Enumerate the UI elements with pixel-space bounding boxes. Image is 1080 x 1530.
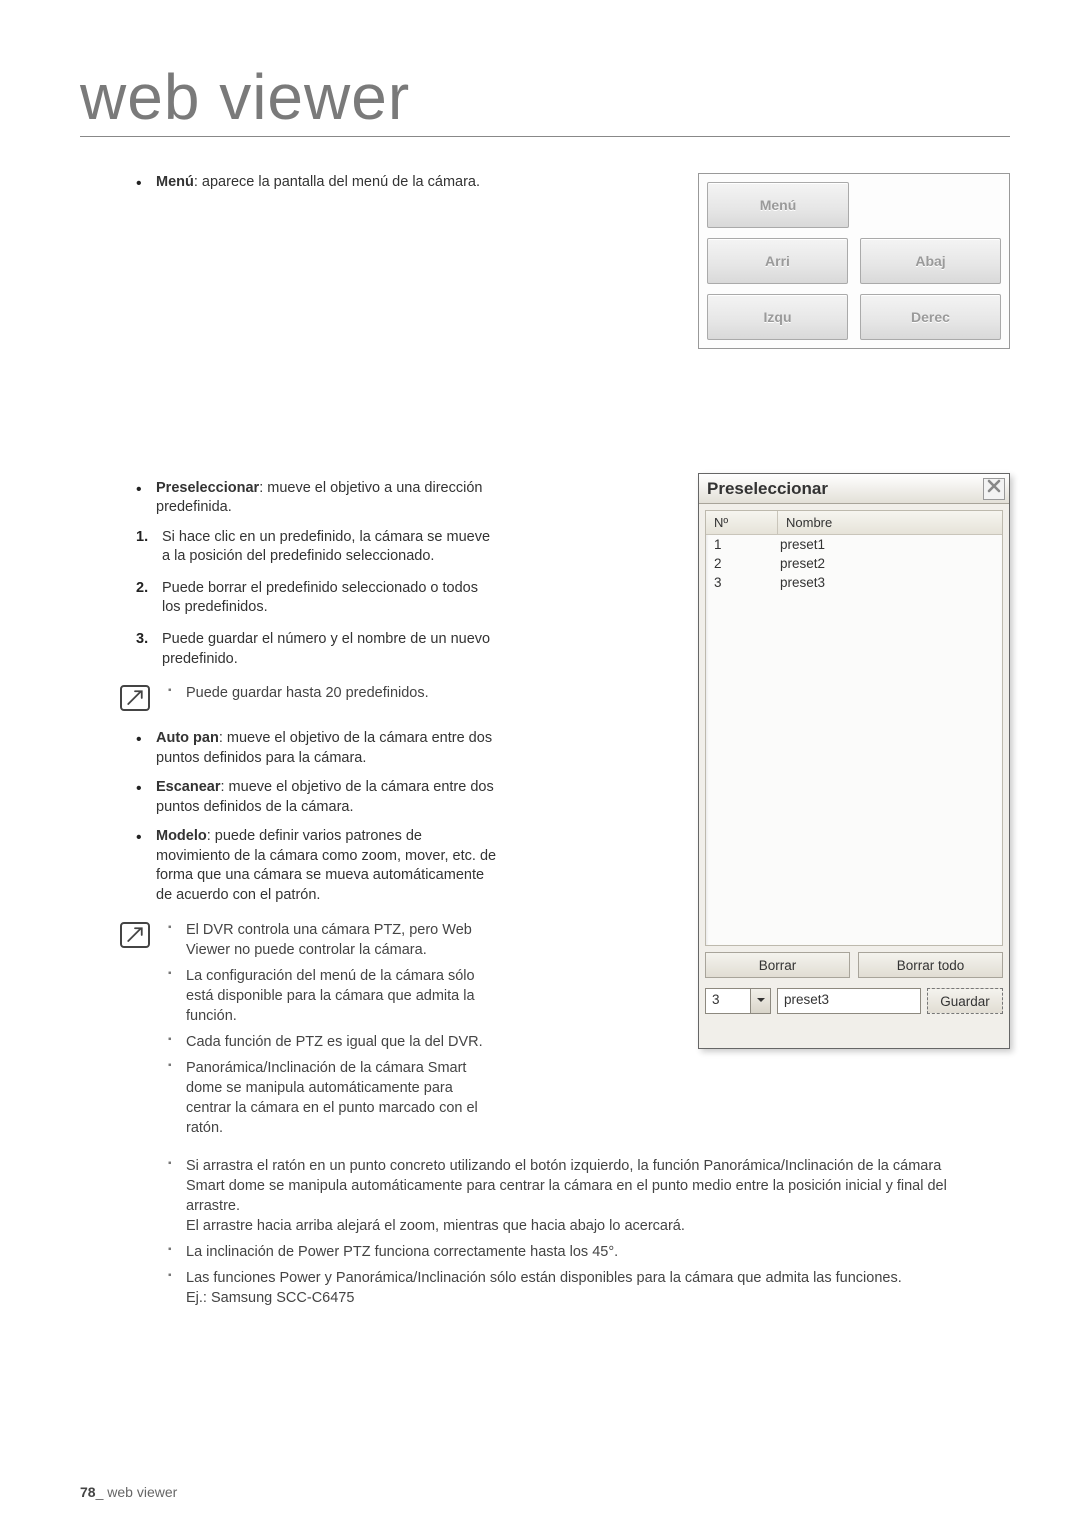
- delete-button[interactable]: Borrar: [705, 952, 850, 978]
- row-no: 1: [706, 537, 778, 556]
- bullet-escanear-label: Escanear: [156, 779, 221, 795]
- note-icon: [120, 685, 150, 711]
- menu-button[interactable]: Menú: [707, 182, 849, 228]
- bullet-preselect-label: Preseleccionar: [156, 480, 259, 496]
- close-button[interactable]: [983, 478, 1005, 500]
- close-icon: [986, 478, 1002, 499]
- row-no: 3: [706, 575, 778, 594]
- bullet-menu-label: Menú: [156, 174, 194, 190]
- note-wide-3: Las funciones Power y Panorámica/Inclina…: [168, 1268, 980, 1308]
- bullet-autopan-label: Auto pan: [156, 730, 219, 746]
- bullet-menu-desc: : aparece la pantalla del menú de la cám…: [194, 174, 480, 190]
- step-1: Si hace clic en un predefinido, la cámar…: [136, 528, 500, 567]
- note-ptz-wide: Si arrastra el ratón en un punto concret…: [80, 1156, 980, 1314]
- bullet-modelo-label: Modelo: [156, 828, 207, 844]
- row-name: preset3: [778, 575, 1002, 594]
- note-wide-1-main: Si arrastra el ratón en un punto concret…: [186, 1158, 947, 1214]
- page-footer: 78_ web viewer: [80, 1484, 177, 1500]
- step-3: Puede guardar el número y el nombre de u…: [136, 630, 500, 669]
- down-button[interactable]: Abaj: [860, 238, 1001, 284]
- bullet-modelo-desc: : puede definir varios patrones de movim…: [156, 828, 496, 903]
- save-button[interactable]: Guardar: [927, 988, 1003, 1014]
- up-button[interactable]: Arri: [707, 238, 848, 284]
- note-wide-3-main: Las funciones Power y Panorámica/Inclina…: [186, 1270, 902, 1286]
- preset-list-rows: 1 preset1 2 preset2 3 preset3: [706, 535, 1002, 596]
- page-title: web viewer: [80, 60, 1010, 137]
- bullet-autopan: Auto pan: mueve el objetivo de la cámara…: [136, 729, 500, 768]
- chevron-down-icon: [756, 992, 766, 1010]
- note-ptz-2: La configuración del menú de la cámara s…: [168, 966, 500, 1026]
- dialog-titlebar: Preseleccionar: [699, 474, 1009, 504]
- preset-list-header: Nº Nombre: [706, 511, 1002, 535]
- left-column: Menú: aparece la pantalla del menú de la…: [80, 173, 500, 1144]
- row-name: preset1: [778, 537, 1002, 556]
- note-wide-1-sub: El arrastre hacia arriba alejará el zoom…: [186, 1216, 980, 1236]
- note-wide-2: La inclinación de Power PTZ funciona cor…: [168, 1242, 980, 1262]
- note-ptz-4: Panorámica/Inclinación de la cámara Smar…: [168, 1058, 500, 1138]
- note-preset-limit: Puede guardar hasta 20 predefinidos.: [80, 683, 500, 711]
- bullet-menu: Menú: aparece la pantalla del menú de la…: [136, 173, 500, 193]
- note-preset-limit-text: Puede guardar hasta 20 predefinidos.: [168, 683, 500, 703]
- note-wide-1: Si arrastra el ratón en un punto concret…: [168, 1156, 980, 1236]
- preset-number-select[interactable]: 3: [705, 988, 771, 1014]
- right-column: Menú Arri Abaj Izqu Derec: [698, 173, 1010, 349]
- note-ptz: El DVR controla una cámara PTZ, pero Web…: [80, 920, 500, 1144]
- page-section: web viewer: [107, 1484, 177, 1500]
- camera-control-panel: Menú Arri Abaj Izqu Derec: [698, 173, 1010, 349]
- row-no: 2: [706, 556, 778, 575]
- note-ptz-3: Cada función de PTZ es igual que la del …: [168, 1032, 500, 1052]
- preset-number-value: 3: [705, 988, 751, 1014]
- table-row[interactable]: 3 preset3: [706, 575, 1002, 594]
- note-wide-3-sub: Ej.: Samsung SCC-C6475: [186, 1288, 980, 1308]
- delete-all-button[interactable]: Borrar todo: [858, 952, 1003, 978]
- step-2: Puede borrar el predefinido seleccionado…: [136, 579, 500, 618]
- left-button[interactable]: Izqu: [707, 294, 848, 340]
- preset-name-input[interactable]: preset3: [777, 988, 921, 1014]
- col-number: Nº: [706, 511, 778, 534]
- right-button[interactable]: Derec: [860, 294, 1001, 340]
- bullet-escanear: Escanear: mueve el objetivo de la cámara…: [136, 778, 500, 817]
- col-name: Nombre: [778, 511, 1002, 534]
- select-arrow[interactable]: [751, 988, 771, 1014]
- dialog-title: Preseleccionar: [707, 480, 828, 497]
- preset-dialog: Preseleccionar Nº Nombre 1 preset1: [698, 473, 1010, 1049]
- row-name: preset2: [778, 556, 1002, 575]
- bullet-modelo: Modelo: puede definir varios patrones de…: [136, 827, 500, 905]
- page-number: 78: [80, 1484, 96, 1500]
- note-icon: [120, 922, 150, 948]
- bullet-preselect: Preseleccionar: mueve el objetivo a una …: [136, 479, 500, 518]
- table-row[interactable]: 1 preset1: [706, 537, 1002, 556]
- preset-list[interactable]: Nº Nombre 1 preset1 2 preset2 3 preset3: [705, 510, 1003, 946]
- table-row[interactable]: 2 preset2: [706, 556, 1002, 575]
- note-ptz-1: El DVR controla una cámara PTZ, pero Web…: [168, 920, 500, 960]
